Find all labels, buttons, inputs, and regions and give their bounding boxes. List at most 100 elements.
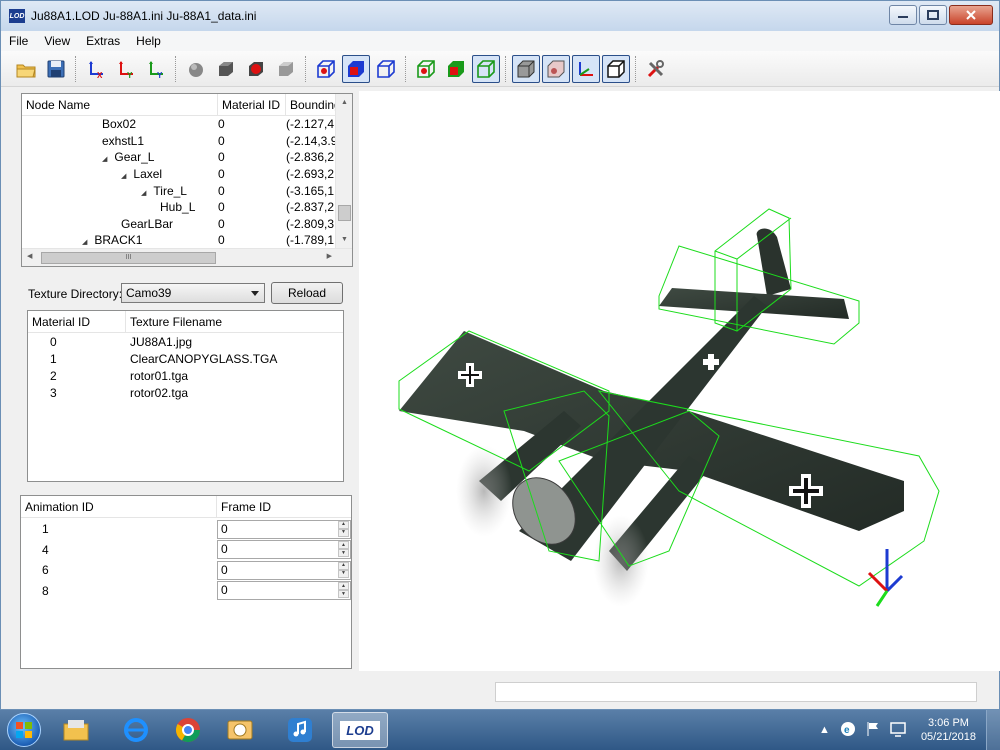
scroll-right-icon[interactable]: ▶ (327, 252, 332, 260)
node-bbox-button[interactable] (412, 55, 440, 83)
tree-row[interactable]: ◢ Gear_L 0 (-2.836,2.8 (22, 149, 336, 166)
shade-red-button[interactable] (242, 55, 270, 83)
scroll-up-icon[interactable]: ▲ (336, 94, 352, 111)
animation-list[interactable]: Animation ID Frame ID 1 0 ▲ ▼ 4 0 ▲ ▼ 6 0 ▲ ▼ 8 0 ▲ ▼ (20, 495, 352, 669)
material-list-header: Material ID Texture Filename (28, 311, 343, 333)
axes-view-button[interactable] (572, 54, 600, 83)
minimize-button[interactable] (889, 5, 917, 25)
bbox-filled-button[interactable] (342, 54, 370, 83)
col-material-id[interactable]: Material ID (28, 311, 126, 333)
expand-arrow-icon[interactable]: ◢ (102, 156, 107, 163)
menu-help[interactable]: Help (128, 34, 169, 48)
menu-file[interactable]: File (1, 34, 36, 48)
col-bounding[interactable]: Bounding (286, 94, 336, 116)
expand-arrow-icon[interactable]: ◢ (141, 190, 146, 197)
animation-row[interactable]: 1 0 ▲ ▼ (21, 519, 351, 540)
node-bbox-wire-button[interactable] (472, 54, 500, 83)
frame-id-spinbox[interactable]: 0 ▲ ▼ (217, 560, 351, 580)
menu-view[interactable]: View (36, 34, 78, 48)
taskbar-internet-explorer[interactable] (108, 712, 164, 748)
vertical-scrollbar[interactable]: ▲ ▼ (335, 94, 352, 248)
expand-arrow-icon[interactable]: ◢ (82, 239, 87, 246)
toolbar-separator (75, 55, 77, 82)
aircraft-model-render[interactable] (359, 91, 1000, 671)
frame-id-spinbox[interactable]: 0 ▲ ▼ (217, 540, 351, 560)
tree-row[interactable]: ◢ Tire_L 0 (-3.165,1.9 (22, 182, 336, 199)
material-row[interactable]: 2 rotor01.tga (28, 367, 343, 384)
shade-flat-button[interactable] (212, 55, 240, 83)
col-texture-filename[interactable]: Texture Filename (126, 311, 343, 333)
rotate-x-button[interactable]: X (82, 55, 110, 83)
animation-row[interactable]: 6 0 ▲ ▼ (21, 560, 351, 581)
scroll-left-icon[interactable]: ◀ (27, 252, 32, 260)
tree-row[interactable]: GearLBar 0 (-2.809,3.0 (22, 216, 336, 233)
animation-row[interactable]: 8 0 ▲ ▼ (21, 581, 351, 602)
solid-view-button[interactable] (512, 54, 540, 83)
tree-node-name: Laxel (133, 167, 163, 182)
start-button[interactable] (4, 710, 44, 750)
taskbar-explorer[interactable] (48, 712, 104, 748)
network-icon[interactable]: e (840, 721, 856, 740)
action-center-flag-icon[interactable] (866, 721, 880, 740)
spin-down-icon[interactable]: ▼ (338, 569, 349, 578)
taskbar-outlook[interactable] (212, 712, 268, 748)
node-tree[interactable]: Node Name Material ID Bounding Box02 0 (-2… (21, 93, 353, 267)
tree-row[interactable]: ◢ Laxel 0 (-2.693,2.4 (22, 166, 336, 183)
col-frame-id[interactable]: Frame ID (217, 496, 351, 518)
scroll-thumb-horizontal[interactable]: III (41, 252, 216, 264)
spin-down-icon[interactable]: ▼ (338, 528, 349, 537)
blue-wire-box-icon (377, 59, 395, 78)
tree-bounding: (-2.836,2.8 (286, 150, 336, 165)
tree-material-id: 0 (218, 216, 225, 231)
texture-directory-select[interactable]: Camo39 (121, 283, 265, 303)
bbox-wire-button[interactable] (372, 55, 400, 83)
tree-row[interactable]: exhstL1 0 (-2.14,3.97 (22, 133, 336, 150)
col-animation-id[interactable]: Animation ID (21, 496, 217, 518)
col-material-id[interactable]: Material ID (218, 94, 286, 116)
display-icon[interactable] (890, 721, 906, 740)
model-viewport[interactable] (359, 91, 1000, 671)
show-desktop-button[interactable] (986, 710, 1000, 750)
node-bbox-filled-button[interactable] (442, 55, 470, 83)
scroll-down-icon[interactable]: ▼ (336, 231, 352, 248)
animation-row[interactable]: 4 0 ▲ ▼ (21, 540, 351, 561)
save-button[interactable] (42, 55, 70, 83)
taskbar-chrome[interactable] (168, 712, 208, 748)
settings-button[interactable] (642, 55, 670, 83)
tree-row[interactable]: ◢ BRACK1 0 (-1.789,1.1 (22, 232, 336, 249)
bbox-button[interactable] (312, 55, 340, 83)
title-bar[interactable]: LOD Ju88A1.LOD Ju-88A1.ini Ju-88A1_data.… (1, 1, 999, 31)
expand-arrow-icon[interactable]: ◢ (121, 173, 126, 180)
shade-light-button[interactable] (272, 55, 300, 83)
tree-row[interactable]: Box02 0 (-2.127,4.3 (22, 116, 336, 133)
close-button[interactable] (949, 5, 993, 25)
maximize-button[interactable] (919, 5, 947, 25)
material-row[interactable]: 1 ClearCANOPYGLASS.TGA (28, 350, 343, 367)
horizontal-scrollbar[interactable]: ◀ III ▶ (22, 248, 352, 266)
material-row[interactable]: 3 rotor02.tga (28, 384, 343, 401)
frame-id-spinbox[interactable]: 0 ▲ ▼ (217, 519, 351, 539)
frame-id-spinbox[interactable]: 0 ▲ ▼ (217, 581, 351, 601)
taskbar-itunes[interactable] (272, 712, 328, 748)
rotate-z-button[interactable]: Y (142, 55, 170, 83)
rotate-y-button[interactable]: Y (112, 55, 140, 83)
show-hidden-icons-icon[interactable]: ▲ (819, 724, 830, 736)
col-node-name[interactable]: Node Name (22, 94, 218, 116)
reload-button[interactable]: Reload (271, 282, 343, 304)
menu-extras[interactable]: Extras (78, 34, 128, 48)
material-list[interactable]: Material ID Texture Filename 0 JU88A1.jpg… (27, 310, 344, 482)
shade-smooth-button[interactable] (182, 55, 210, 83)
texture-view-button[interactable] (542, 54, 570, 83)
tree-material-id: 0 (218, 167, 225, 182)
tree-row[interactable]: Hub_L 0 (-2.837,2.2 (22, 199, 336, 216)
outline-view-button[interactable] (602, 54, 630, 83)
taskbar-lod-viewer[interactable]: LOD (332, 712, 388, 748)
lod-viewer-icon: LOD (340, 720, 380, 740)
gray-cube-icon (189, 62, 203, 77)
system-clock[interactable]: 3:06 PM 05/21/2018 (921, 716, 976, 744)
open-button[interactable] (12, 55, 40, 83)
scroll-thumb[interactable] (338, 205, 351, 221)
material-row[interactable]: 0 JU88A1.jpg (28, 333, 343, 350)
spin-down-icon[interactable]: ▼ (338, 549, 349, 558)
spin-down-icon[interactable]: ▼ (338, 590, 349, 599)
